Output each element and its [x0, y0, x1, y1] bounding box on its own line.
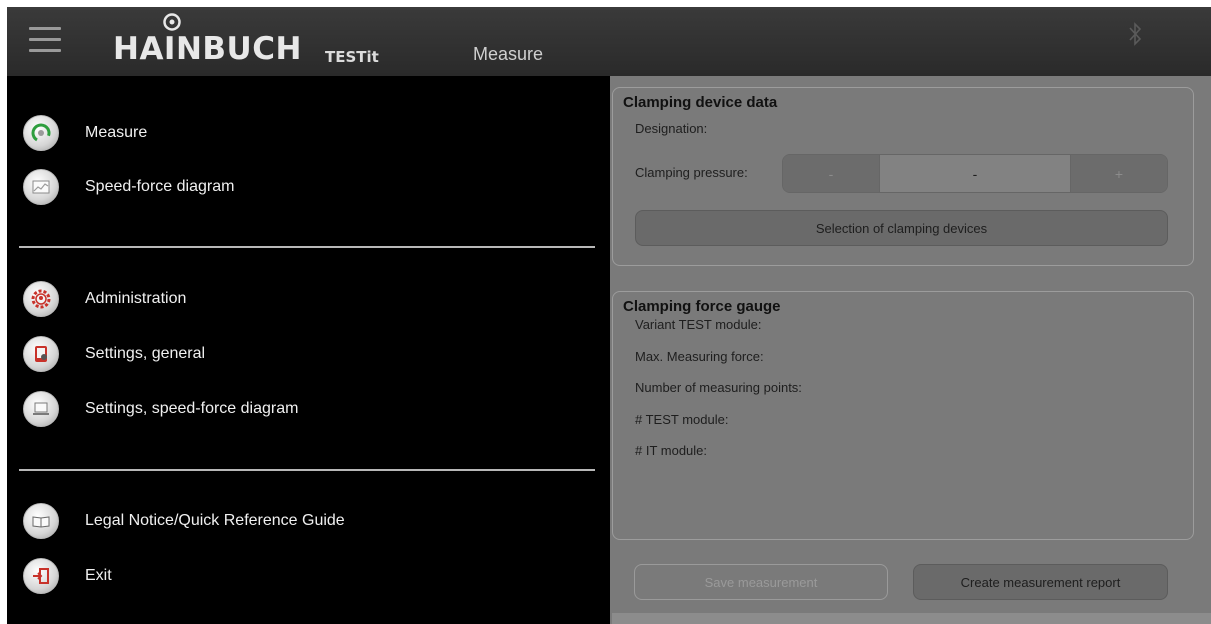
menu-label: Settings, speed-force diagram	[85, 400, 299, 417]
max-measuring-force-label: Max. Measuring force:	[635, 349, 764, 364]
settings-tablet-icon	[23, 336, 59, 372]
clamping-pressure-value: -	[879, 155, 1071, 192]
clamping-device-card: Clamping device data Designation: Clampi…	[612, 87, 1194, 266]
menu-item-measure[interactable]: Measure	[23, 113, 147, 153]
menu-item-legal-notice[interactable]: Legal Notice/Quick Reference Guide	[23, 501, 345, 541]
test-module-label: # TEST module:	[635, 412, 729, 427]
menu-label: Settings, general	[85, 345, 206, 362]
increase-pressure-button[interactable]: +	[1071, 155, 1167, 192]
menu-item-administration[interactable]: Administration	[23, 279, 186, 319]
content-panel: Clamping device data Designation: Clampi…	[612, 76, 1211, 624]
selection-of-clamping-devices-button[interactable]: Selection of clamping devices	[635, 210, 1168, 246]
brand-logo: HAINBUCH	[113, 31, 302, 67]
clamping-pressure-stepper: - - +	[782, 154, 1168, 193]
clamping-pressure-label: Clamping pressure:	[635, 165, 748, 180]
menu-item-exit[interactable]: Exit	[23, 556, 112, 596]
menu-label: Administration	[85, 290, 187, 307]
chart-icon	[23, 169, 59, 205]
menu-label: Measure	[85, 124, 148, 141]
it-module-label: # IT module:	[635, 443, 708, 458]
number-of-measuring-points-label: Number of measuring points:	[635, 380, 802, 395]
page-title: Measure	[473, 44, 544, 64]
menu-divider	[19, 246, 595, 248]
app-window: HAINBUCH TESTit Measure Measure Speed-fo…	[7, 7, 1211, 624]
card-title: Clamping force gauge	[623, 298, 781, 315]
hainbuch-logo-mark-icon	[163, 13, 181, 31]
card-title: Clamping device data	[623, 94, 778, 111]
create-measurement-report-button[interactable]: Create measurement report	[913, 564, 1168, 600]
menu-item-settings-general[interactable]: Settings, general	[23, 334, 205, 374]
variant-test-module-label: Variant TEST module:	[635, 317, 762, 332]
laptop-icon	[23, 391, 59, 427]
menu-divider	[19, 469, 595, 471]
save-measurement-button[interactable]: Save measurement	[634, 564, 888, 600]
admin-gear-icon	[23, 281, 59, 317]
menu-label: Exit	[85, 567, 112, 584]
hamburger-menu-icon[interactable]	[29, 27, 61, 57]
book-icon	[23, 503, 59, 539]
menu-item-speed-force-diagram[interactable]: Speed-force diagram	[23, 167, 234, 207]
side-menu: Measure Speed-force diagram Administrati…	[7, 76, 610, 624]
menu-label: Legal Notice/Quick Reference Guide	[85, 512, 345, 529]
product-name: TESTit	[325, 48, 379, 66]
clamping-force-gauge-card: Clamping force gauge Variant TEST module…	[612, 291, 1194, 540]
gauge-icon	[23, 115, 59, 151]
decrease-pressure-button[interactable]: -	[783, 155, 879, 192]
exit-door-icon	[23, 558, 59, 594]
menu-label: Speed-force diagram	[85, 178, 235, 195]
header-bar: HAINBUCH TESTit Measure	[7, 7, 1211, 76]
designation-label: Designation:	[635, 121, 708, 136]
bluetooth-icon[interactable]	[1128, 21, 1142, 47]
menu-item-settings-speed-force-diagram[interactable]: Settings, speed-force diagram	[23, 389, 298, 429]
bottom-strip	[612, 613, 1211, 624]
